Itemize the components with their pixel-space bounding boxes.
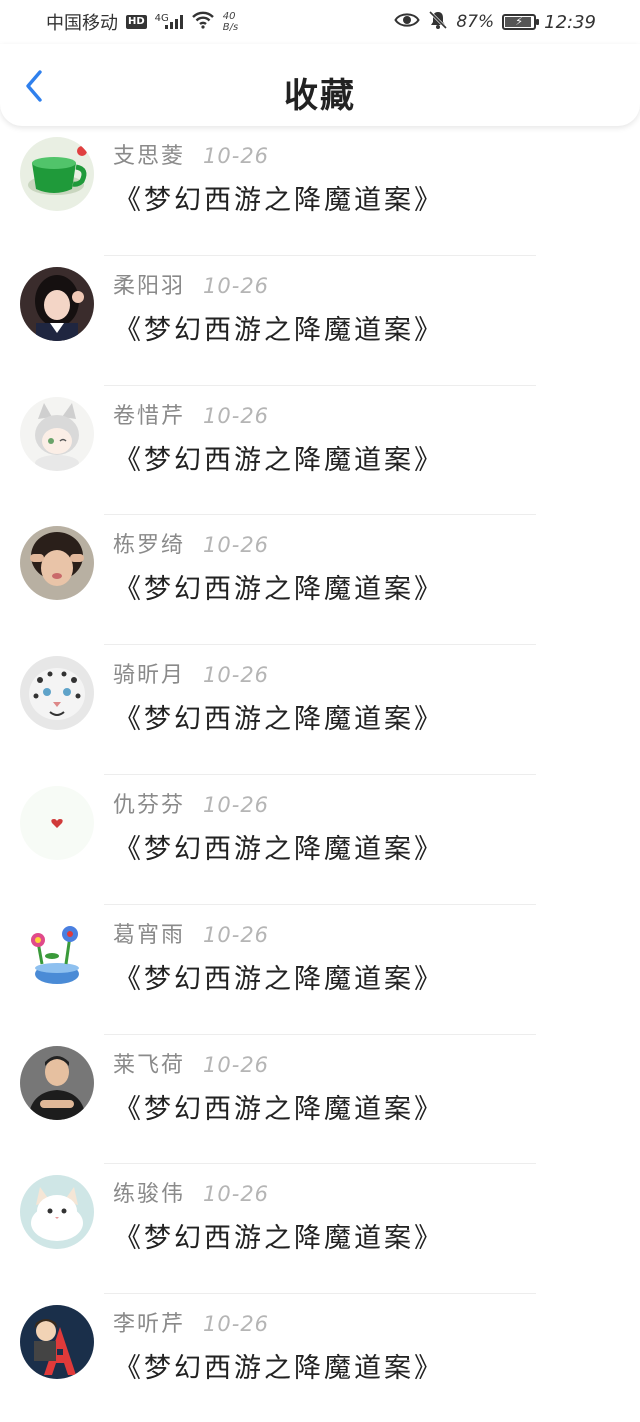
- favorite-item[interactable]: 莱飞荷 10-26 《梦幻西游之降魔道案》: [0, 1035, 640, 1165]
- author-name[interactable]: 莱飞荷: [113, 1047, 185, 1079]
- clock: 12:39: [544, 11, 596, 33]
- favorite-item[interactable]: 支思菱 10-26 《梦幻西游之降魔道案》: [0, 126, 640, 256]
- page-title: 收藏: [284, 76, 356, 116]
- avatar-girl-pose[interactable]: [20, 526, 94, 601]
- favorite-title[interactable]: 《梦幻西游之降魔道案》: [114, 697, 444, 736]
- status-bar: 中国移动 HD 4G 40 B/s 87% ⚡ 12:39: [0, 0, 640, 44]
- item-meta: 骑昕月 10-26: [113, 657, 269, 689]
- favorite-date: 10-26: [203, 144, 270, 168]
- mute-bell-icon: [428, 10, 448, 35]
- author-name[interactable]: 李听芹: [113, 1306, 185, 1338]
- favorite-title[interactable]: 《梦幻西游之降魔道案》: [114, 567, 444, 606]
- item-meta: 柔阳羽 10-26: [113, 268, 269, 300]
- item-meta: 李听芹 10-26: [113, 1306, 269, 1338]
- favorite-item[interactable]: 骑昕月 10-26 《梦幻西游之降魔道案》: [0, 645, 640, 775]
- item-meta: 葛宵雨 10-26: [113, 917, 269, 949]
- network-speed: 40 B/s: [223, 11, 238, 33]
- favorite-date: 10-26: [203, 1182, 270, 1207]
- author-name[interactable]: 练骏伟: [113, 1176, 185, 1208]
- speed-unit: B/s: [222, 22, 239, 33]
- favorite-item[interactable]: 李听芹 10-26 《梦幻西游之降魔道案》: [0, 1294, 640, 1422]
- item-meta: 卷惜芹 10-26: [113, 398, 269, 430]
- battery-icon: ⚡: [502, 14, 540, 30]
- eye-icon: [394, 11, 420, 34]
- speed-value: 40: [222, 11, 236, 22]
- favorite-item[interactable]: 葛宵雨 10-26 《梦幻西游之降魔道案》: [0, 905, 640, 1035]
- avatar-cartoon-letter-a[interactable]: [20, 1305, 94, 1380]
- status-left: 中国移动 HD 4G 40 B/s: [46, 9, 238, 35]
- favorite-date: 10-26: [203, 1312, 270, 1337]
- favorite-item[interactable]: 卷惜芹 10-26 《梦幻西游之降魔道案》: [0, 386, 640, 516]
- favorite-date: 10-26: [203, 922, 270, 947]
- favorite-item[interactable]: 栋罗绮 10-26 《梦幻西游之降魔道案》: [0, 515, 640, 646]
- favorites-screen: 中国移动 HD 4G 40 B/s 87% ⚡ 12:39 收藏 支思菱 10-…: [0, 0, 640, 1422]
- avatar-snow-leopard[interactable]: [20, 656, 94, 731]
- favorite-item[interactable]: 练骏伟 10-26 《梦幻西游之降魔道案》: [0, 1164, 640, 1295]
- avatar-anime-cat-girl[interactable]: [20, 396, 94, 471]
- status-right: 87% ⚡ 12:39: [394, 10, 596, 35]
- carrier-label: 中国移动: [46, 13, 118, 34]
- author-name[interactable]: 仇芬芬: [113, 787, 185, 819]
- favorites-list: 支思菱 10-26 《梦幻西游之降魔道案》 柔阳羽 10-26 《梦幻西游之降魔道案》 卷惜…: [0, 126, 640, 1422]
- favorite-date: 10-26: [203, 792, 270, 817]
- favorite-title[interactable]: 《梦幻西游之降魔道案》: [114, 827, 444, 866]
- item-meta: 支思菱 10-26: [113, 138, 269, 170]
- header: 收藏: [0, 44, 640, 126]
- item-meta: 练骏伟 10-26: [113, 1176, 269, 1208]
- favorite-date: 10-26: [203, 533, 270, 558]
- avatar-green-cup[interactable]: [20, 137, 94, 211]
- avatar-white-kitten[interactable]: [20, 1175, 94, 1250]
- item-meta: 仇芬芬 10-26: [113, 787, 269, 819]
- item-meta: 栋罗绮 10-26: [113, 527, 269, 559]
- author-name[interactable]: 栋罗绮: [113, 527, 185, 559]
- favorite-title[interactable]: 《梦幻西游之降魔道案》: [114, 1087, 444, 1126]
- wifi-icon: [191, 11, 215, 34]
- author-name[interactable]: 葛宵雨: [113, 917, 185, 949]
- favorite-title[interactable]: 《梦幻西游之降魔道案》: [114, 178, 444, 217]
- item-meta: 莱飞荷 10-26: [113, 1047, 269, 1079]
- favorite-title[interactable]: 《梦幻西游之降魔道案》: [114, 438, 444, 477]
- author-name[interactable]: 柔阳羽: [113, 268, 185, 300]
- author-name[interactable]: 骑昕月: [113, 657, 185, 689]
- favorite-item[interactable]: 仇芬芬 10-26 《梦幻西游之降魔道案》: [0, 775, 640, 905]
- favorite-date: 10-26: [203, 273, 270, 298]
- author-name[interactable]: 卷惜芹: [113, 398, 185, 430]
- hd-badge: HD: [126, 15, 147, 29]
- author-name[interactable]: 支思菱: [113, 138, 185, 170]
- network-type: 4G: [154, 13, 169, 24]
- battery-percent: 87%: [456, 12, 495, 32]
- favorite-title[interactable]: 《梦幻西游之降魔道案》: [114, 1216, 444, 1255]
- favorite-date: 10-26: [203, 403, 270, 428]
- avatar-small-heart[interactable]: [20, 785, 94, 860]
- favorite-title[interactable]: 《梦幻西游之降魔道案》: [114, 1346, 444, 1385]
- favorite-title[interactable]: 《梦幻西游之降魔道案》: [114, 957, 444, 996]
- favorite-date: 10-26: [203, 663, 270, 688]
- signal-icon: 4G: [154, 13, 183, 29]
- favorite-item[interactable]: 柔阳羽 10-26 《梦幻西游之降魔道案》: [0, 256, 640, 386]
- avatar-flower-pot[interactable]: [20, 915, 94, 990]
- favorite-date: 10-26: [203, 1052, 270, 1077]
- favorite-title[interactable]: 《梦幻西游之降魔道案》: [114, 308, 444, 347]
- avatar-man-arms-crossed[interactable]: [20, 1045, 94, 1120]
- avatar-girl-portrait[interactable]: [20, 266, 94, 341]
